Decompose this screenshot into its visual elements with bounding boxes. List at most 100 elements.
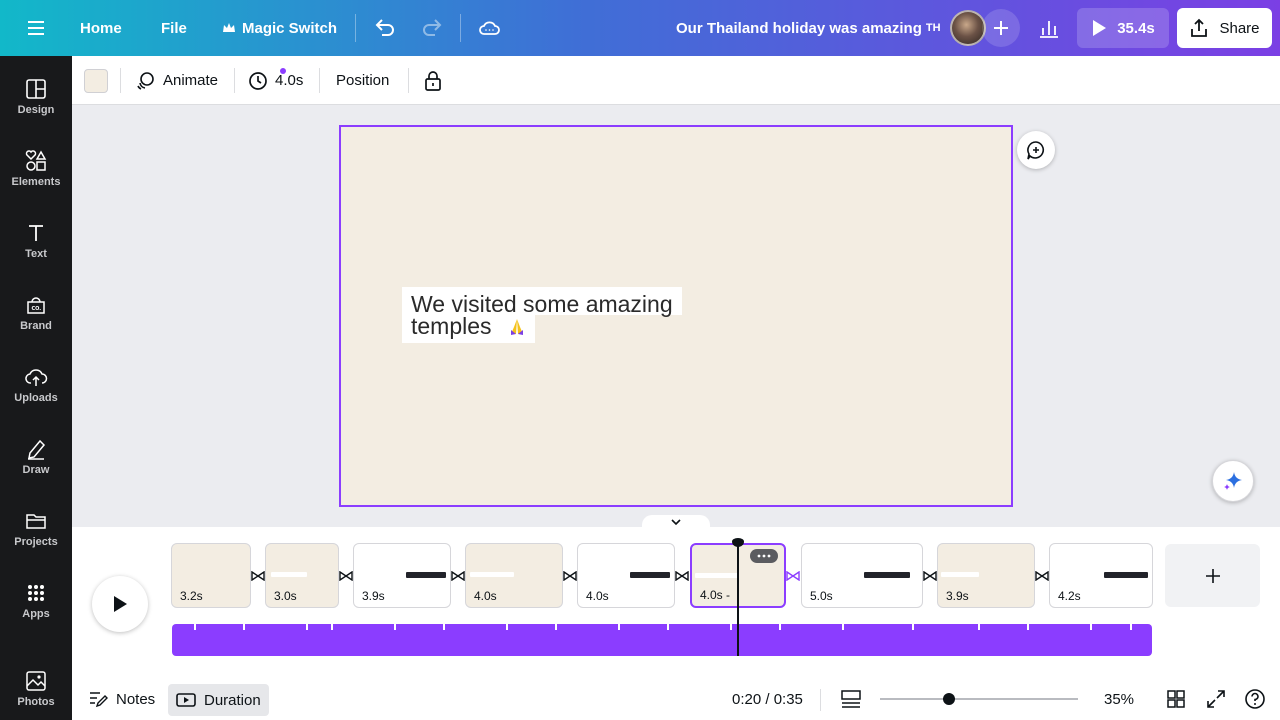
cloud-save-icon[interactable] [477, 0, 501, 56]
page-duration: 3.2s [180, 589, 203, 603]
layout-icon [26, 79, 46, 99]
sidebar-item-apps[interactable]: Apps [0, 576, 72, 640]
bar-chart-icon [1040, 21, 1058, 38]
add-page-button[interactable] [1165, 544, 1260, 607]
page-duration: 4.0s [474, 589, 497, 603]
timeline-play-button[interactable] [92, 576, 148, 632]
zoom-level[interactable]: 35% [1104, 685, 1134, 713]
praying-hands-icon [510, 319, 523, 335]
duration-toggle-button[interactable]: Duration [168, 684, 269, 716]
more-horizontal-icon [757, 554, 771, 558]
page-thumbnail[interactable]: 4.2s [1049, 543, 1153, 608]
folder-icon [26, 514, 46, 529]
transition-icon[interactable] [674, 568, 690, 584]
page-duration: 4.2s [1058, 589, 1081, 603]
notes-button[interactable]: Notes [88, 685, 155, 713]
page-duration: 3.0s [274, 589, 297, 603]
animate-button[interactable]: Animate [136, 56, 286, 105]
plus-icon [1205, 568, 1220, 583]
insights-button[interactable] [1028, 8, 1070, 48]
sidebar-item-uploads[interactable]: Uploads [0, 360, 72, 424]
canvas-text-box[interactable]: We visited some amazing temples [402, 287, 682, 343]
design-canvas[interactable]: We visited some amazing temples [339, 125, 1013, 507]
canvas-text-line-1: We visited some amazing [402, 287, 682, 316]
transition-icon[interactable] [1034, 568, 1050, 584]
sidebar: Design Elements Text CO. Brand Uploads D… [0, 56, 72, 720]
page-thumbnail[interactable]: 3.0s [265, 543, 339, 608]
sidebar-item-photos[interactable]: Photos [0, 664, 72, 720]
video-icon [176, 693, 196, 707]
transition-icon[interactable] [338, 568, 354, 584]
sidebar-item-elements[interactable]: Elements [0, 144, 72, 208]
play-presentation-button[interactable]: 35.4s [1077, 8, 1169, 48]
share-button[interactable]: Share [1177, 8, 1272, 48]
transition-icon[interactable] [562, 568, 578, 584]
page-thumbnail[interactable]: 4.0s [577, 543, 675, 608]
page-thumbnail[interactable]: 3.9s [937, 543, 1035, 608]
page-duration: 5.0s [810, 589, 833, 603]
magic-switch-button[interactable]: Magic Switch [222, 0, 337, 56]
timeline-panel: 3.2s 3.0s 3.9s 4.0s 4.0s 4.0s - 5.0s 3.9… [72, 527, 1280, 720]
chevron-down-icon [671, 519, 681, 526]
file-menu-button[interactable]: File [161, 0, 187, 56]
help-icon[interactable] [1244, 685, 1266, 713]
sidebar-item-design[interactable]: Design [0, 72, 72, 136]
pen-icon [28, 439, 46, 460]
top-bar: Home File Magic Switch Our Thailand holi… [0, 0, 1280, 56]
animate-icon [137, 71, 154, 90]
image-icon [26, 671, 46, 691]
page-duration: 4.0s - [700, 588, 731, 602]
timeline-playhead[interactable] [732, 538, 744, 656]
magic-switch-label: Magic Switch [242, 19, 338, 37]
transition-icon[interactable] [250, 568, 266, 584]
page-duration: 4.0s [586, 589, 609, 603]
undo-icon[interactable] [373, 0, 397, 56]
share-icon [1191, 18, 1208, 37]
zoom-slider-knob[interactable] [943, 693, 956, 705]
menu-icon[interactable] [22, 0, 50, 56]
page-thumbnail[interactable]: 4.0s [465, 543, 563, 608]
transition-icon[interactable] [922, 568, 938, 584]
comment-add-icon [1027, 141, 1045, 160]
page-view-icon[interactable] [840, 685, 862, 713]
cloud-upload-icon [25, 369, 48, 386]
comment-button[interactable] [1017, 131, 1055, 169]
avatar[interactable] [950, 10, 986, 46]
sidebar-item-draw[interactable]: Draw [0, 432, 72, 496]
page-thumbnail[interactable]: 3.9s [353, 543, 451, 608]
redo-icon[interactable] [420, 0, 444, 56]
duration-button[interactable]: 4.0s [248, 56, 303, 105]
page-more-options-button[interactable] [750, 549, 778, 563]
timeline-track[interactable] [172, 624, 1152, 656]
play-icon [1093, 20, 1107, 36]
playback-time: 0:20 / 0:35 [732, 690, 803, 708]
grid-view-icon[interactable] [1166, 685, 1186, 713]
page-duration: 3.9s [946, 589, 969, 603]
notes-icon [90, 692, 108, 708]
shapes-icon [25, 150, 47, 171]
magic-assistant-button[interactable] [1212, 460, 1254, 502]
svg-text:CO.: CO. [32, 306, 42, 312]
fullscreen-icon[interactable] [1206, 685, 1226, 713]
zoom-slider[interactable] [880, 693, 1078, 705]
plus-icon [994, 21, 1008, 35]
page-thumbnail[interactable]: 5.0s [801, 543, 923, 608]
transition-icon[interactable] [785, 568, 801, 584]
sidebar-item-projects[interactable]: Projects [0, 504, 72, 568]
brand-icon: CO. [27, 297, 45, 314]
transition-icon[interactable] [450, 568, 466, 584]
add-collaborator-button[interactable] [982, 9, 1020, 47]
sidebar-item-brand[interactable]: CO. Brand [0, 288, 72, 352]
text-icon [29, 225, 43, 241]
grid-icon [28, 585, 44, 601]
document-title[interactable]: Our Thailand holiday was amazing TH [676, 0, 941, 56]
play-icon [114, 596, 127, 612]
page-thumbnail[interactable]: 3.2s [171, 543, 251, 608]
canvas-text-line-2: temples [402, 315, 535, 343]
position-button[interactable]: Position [336, 56, 389, 105]
sidebar-item-text[interactable]: Text [0, 216, 72, 280]
clock-icon [249, 71, 267, 90]
home-button[interactable]: Home [80, 0, 122, 56]
background-color-swatch[interactable] [84, 56, 108, 105]
lock-icon[interactable] [423, 56, 443, 105]
